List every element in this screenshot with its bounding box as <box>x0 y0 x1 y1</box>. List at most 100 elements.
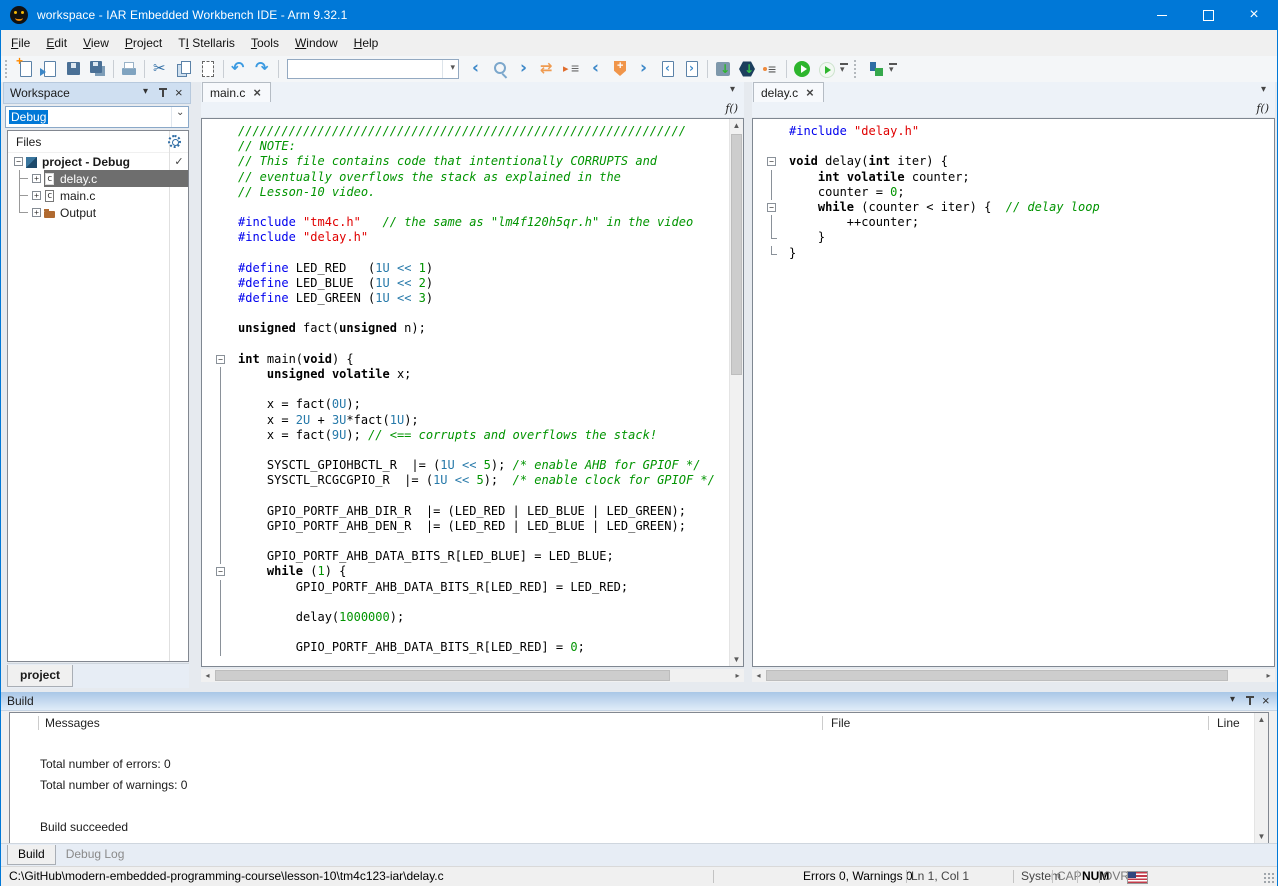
menu-ti-stellaris[interactable]: TI Stellaris <box>170 30 243 56</box>
code-line[interactable] <box>214 200 743 215</box>
code-line[interactable]: GPIO_PORTF_AHB_DATA_BITS_R[LED_RED] = 0; <box>214 640 743 655</box>
toggle-bookmark-button[interactable] <box>608 58 632 80</box>
maximize-button[interactable] <box>1185 0 1231 30</box>
previous-bookmark-button[interactable] <box>584 58 608 80</box>
close-button[interactable] <box>1231 0 1277 30</box>
code-line[interactable] <box>214 382 743 397</box>
menu-tools[interactable]: Tools <box>243 30 287 56</box>
download-and-debug-button[interactable] <box>790 58 814 80</box>
menu-file[interactable]: File <box>3 30 38 56</box>
copy-button[interactable] <box>172 58 196 80</box>
fold-box-marker[interactable] <box>765 200 781 215</box>
toolbar-overflow-button[interactable] <box>838 58 851 80</box>
nav-backward-button[interactable] <box>464 58 488 80</box>
chevron-down-icon[interactable] <box>1227 694 1241 708</box>
build-message-row[interactable]: Total number of errors: 0 <box>10 754 1268 775</box>
code-line[interactable]: x = 2U + 3U*fact(1U); <box>214 413 743 428</box>
code-line[interactable] <box>214 625 743 640</box>
code-line[interactable] <box>765 139 1274 154</box>
gear-icon[interactable] <box>168 135 181 148</box>
scroll-right-arrow[interactable]: ▸ <box>731 669 744 682</box>
code-editor-delay-c[interactable]: #include "delay.h"void delay(int iter) {… <box>752 118 1275 667</box>
toolbar-grip[interactable] <box>854 60 860 78</box>
column-file[interactable]: File <box>822 716 850 730</box>
build-panel-header[interactable]: Build <box>1 692 1277 711</box>
horizontal-scrollbar[interactable]: ◂ ▸ <box>752 669 1275 682</box>
code-line[interactable]: x = fact(9U); // <== corrupts and overfl… <box>214 428 743 443</box>
code-line[interactable]: GPIO_PORTF_AHB_DATA_BITS_R[LED_RED] = LE… <box>214 580 743 595</box>
scrollbar-thumb[interactable] <box>215 670 670 681</box>
keyboard-layout-flag-icon[interactable] <box>1127 871 1148 884</box>
tab-main-c[interactable]: main.c <box>202 82 271 102</box>
fold-box-marker[interactable] <box>214 564 230 579</box>
close-icon[interactable] <box>1259 694 1273 708</box>
chevron-down-icon[interactable] <box>1259 85 1271 97</box>
print-button[interactable] <box>117 58 141 80</box>
cut-button[interactable] <box>148 58 172 80</box>
code-line[interactable]: SYSCTL_GPIOHBCTL_R |= (1U << 5); /* enab… <box>214 458 743 473</box>
menu-view[interactable]: View <box>75 30 117 56</box>
tab-debug-log[interactable]: Debug Log <box>56 845 135 864</box>
undo-button[interactable] <box>227 58 251 80</box>
menu-help[interactable]: Help <box>346 30 387 56</box>
next-bookmark-button[interactable] <box>632 58 656 80</box>
code-line[interactable]: #include "delay.h" <box>765 124 1274 139</box>
code-line[interactable]: #define LED_BLUE (1U << 2) <box>214 276 743 291</box>
expand-icon[interactable]: + <box>32 191 41 200</box>
code-line[interactable]: GPIO_PORTF_AHB_DEN_R |= (LED_RED | LED_B… <box>214 519 743 534</box>
vertical-scrollbar[interactable]: ▲ ▼ <box>1254 713 1268 843</box>
code-line[interactable]: ////////////////////////////////////////… <box>214 124 743 139</box>
swap-arrows-button[interactable] <box>536 58 560 80</box>
code-line[interactable]: GPIO_PORTF_AHB_DATA_BITS_R[LED_BLUE] = L… <box>214 549 743 564</box>
build-message-row[interactable]: Build succeeded <box>10 817 1268 838</box>
code-line[interactable]: // NOTE: <box>214 139 743 154</box>
code-line[interactable] <box>214 246 743 261</box>
tree-item-main-c[interactable]: +main.c <box>8 187 188 204</box>
previous-document-button[interactable] <box>656 58 680 80</box>
code-line[interactable]: delay(1000000); <box>214 610 743 625</box>
download-button[interactable] <box>735 58 759 80</box>
files-header[interactable]: Files <box>8 131 188 153</box>
menu-project[interactable]: Project <box>117 30 170 56</box>
scroll-left-arrow[interactable]: ◂ <box>201 669 214 682</box>
code-line[interactable] <box>214 489 743 504</box>
column-line[interactable]: Line <box>1208 716 1240 730</box>
code-line[interactable]: unsigned volatile x; <box>214 367 743 382</box>
menu-edit[interactable]: Edit <box>38 30 75 56</box>
build-message-row[interactable] <box>10 733 1268 754</box>
code-line[interactable]: } <box>765 246 1274 261</box>
code-editor-main-c[interactable]: ////////////////////////////////////////… <box>201 118 744 667</box>
redo-button[interactable] <box>251 58 275 80</box>
chevron-down-icon[interactable] <box>140 86 154 100</box>
code-line[interactable] <box>214 306 743 321</box>
minimize-button[interactable] <box>1139 0 1185 30</box>
tab-build[interactable]: Build <box>7 845 56 865</box>
build-message-row[interactable] <box>10 796 1268 817</box>
code-line[interactable]: // This file contains code that intentio… <box>214 154 743 169</box>
pin-icon[interactable] <box>1243 694 1257 708</box>
build-list-button[interactable] <box>759 58 783 80</box>
toolbar-overflow-button[interactable] <box>887 58 900 80</box>
horizontal-scrollbar[interactable]: ◂ ▸ <box>201 669 744 682</box>
chevron-down-icon[interactable] <box>728 85 740 97</box>
code-line[interactable]: counter = 0; <box>765 185 1274 200</box>
goto-list-button[interactable] <box>560 58 584 80</box>
function-list-button[interactable]: f() <box>722 102 741 116</box>
tab-project[interactable]: project <box>7 665 73 687</box>
resize-grip[interactable] <box>1264 873 1274 883</box>
quick-search-combo[interactable] <box>287 59 459 79</box>
close-icon[interactable] <box>172 86 186 100</box>
build-message-row[interactable]: Total number of warnings: 0 <box>10 775 1268 796</box>
find-button[interactable] <box>488 58 512 80</box>
paste-button[interactable] <box>196 58 220 80</box>
save-all-button[interactable] <box>86 58 110 80</box>
close-icon[interactable] <box>253 87 263 99</box>
expand-icon[interactable]: + <box>32 174 41 183</box>
vertical-scrollbar[interactable]: ▲ ▼ <box>729 119 743 666</box>
code-line[interactable]: #include "tm4c.h" // the same as "lm4f12… <box>214 215 743 230</box>
collapse-icon[interactable]: − <box>14 157 23 166</box>
code-line[interactable]: } <box>765 230 1274 245</box>
workspace-panel-header[interactable]: Workspace <box>3 82 191 104</box>
code-line[interactable] <box>214 534 743 549</box>
toolbar-grip[interactable] <box>5 60 11 78</box>
